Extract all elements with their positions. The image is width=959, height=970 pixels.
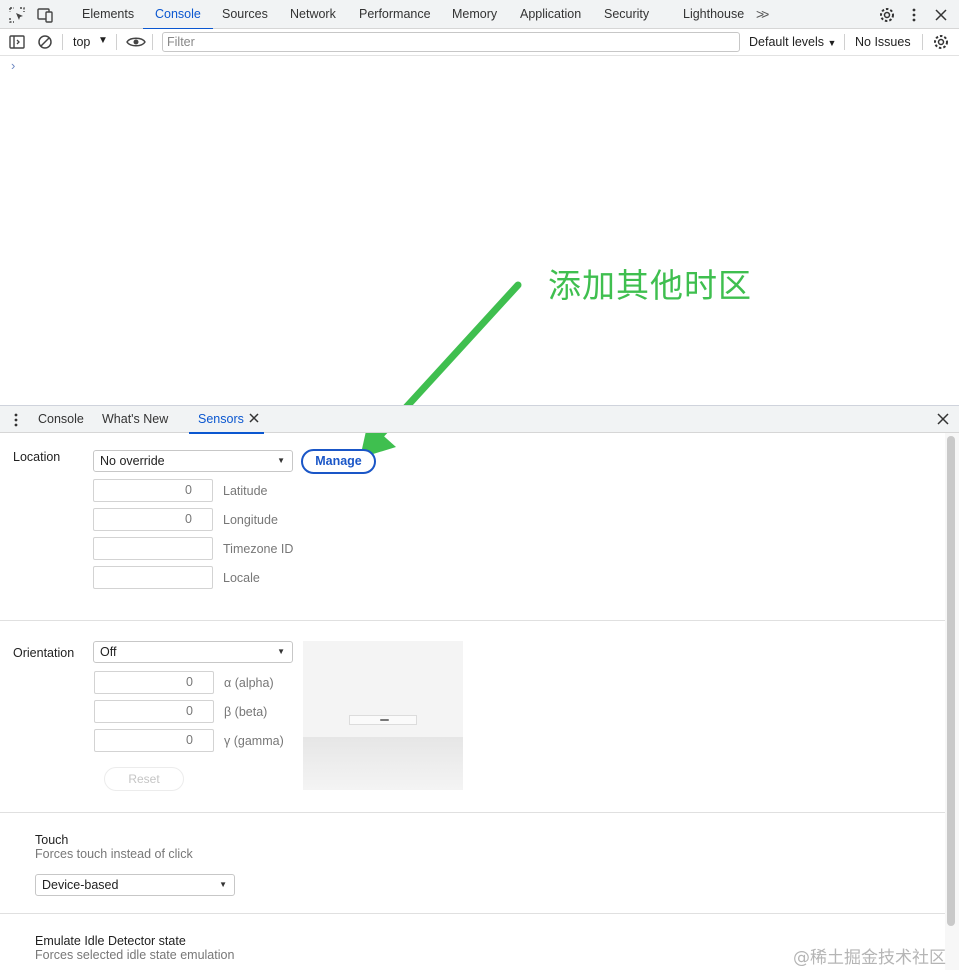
console-settings-gear-icon[interactable] — [932, 33, 950, 51]
drawer-tab-whats-new[interactable]: What's New — [102, 406, 168, 433]
gamma-label: γ (gamma) — [224, 734, 284, 748]
alpha-label: α (alpha) — [224, 676, 274, 690]
orientation-preview[interactable] — [303, 641, 463, 790]
console-toolbar: top ▼ Default levels ▼ No Issues — [0, 29, 959, 56]
inspect-element-icon[interactable] — [8, 6, 26, 24]
sidebar-toggle-icon[interactable] — [8, 33, 26, 51]
toolbar-divider — [62, 34, 63, 50]
close-sensors-tab-icon[interactable] — [248, 411, 260, 427]
location-label: Location — [13, 450, 61, 464]
sensors-panel: Location No override ▼ Manage 0 Latitude… — [0, 433, 945, 970]
drawer-tab-sensors-label: Sensors — [198, 412, 244, 426]
context-caret-icon[interactable]: ▼ — [98, 35, 108, 46]
drawer-menu-icon[interactable] — [11, 412, 21, 431]
orientation-select[interactable]: Off ▼ — [93, 641, 293, 663]
beta-input[interactable]: 0 — [94, 700, 214, 723]
beta-label: β (beta) — [224, 705, 268, 719]
more-tabs-chevron-icon[interactable]: >> — [756, 6, 769, 22]
tab-memory[interactable]: Memory — [452, 0, 497, 29]
console-filter-input[interactable] — [162, 32, 740, 52]
locale-label: Locale — [223, 571, 260, 585]
watermark: @稀土掘金技术社区 — [793, 948, 946, 968]
reset-orientation-button[interactable]: Reset — [104, 767, 184, 791]
section-divider — [0, 913, 945, 914]
tab-network[interactable]: Network — [290, 0, 336, 29]
orientation-select-value: Off — [100, 645, 117, 659]
tab-elements[interactable]: Elements — [82, 0, 134, 29]
tab-sources[interactable]: Sources — [222, 0, 268, 29]
devtools-tab-bar: Elements Console Sources Network Perform… — [0, 0, 959, 30]
touch-select[interactable]: Device-based ▼ — [35, 874, 235, 896]
drawer-tab-bar: Console What's New Sensors — [0, 405, 959, 434]
orientation-label: Orientation — [13, 646, 75, 660]
touch-select-value: Device-based — [42, 878, 119, 892]
section-divider — [0, 620, 945, 621]
manage-locations-button[interactable]: Manage — [301, 449, 376, 474]
toolbar-divider — [844, 34, 845, 50]
longitude-label: Longitude — [223, 513, 278, 527]
device-toolbar-icon[interactable] — [36, 6, 54, 24]
location-select[interactable]: No override ▼ — [93, 450, 293, 472]
tab-console[interactable]: Console — [143, 0, 213, 30]
location-select-value: No override — [100, 454, 165, 468]
latitude-input[interactable]: 0 — [93, 479, 213, 502]
toolbar-divider — [152, 34, 153, 50]
orientation-floor — [303, 737, 463, 790]
timezone-label: Timezone ID — [223, 542, 294, 556]
levels-caret-icon: ▼ — [827, 38, 837, 48]
issues-counter[interactable]: No Issues — [855, 35, 911, 49]
idle-subtitle: Forces selected idle state emulation — [35, 948, 235, 962]
longitude-input[interactable]: 0 — [93, 508, 213, 531]
chevron-down-icon: ▼ — [277, 647, 285, 656]
device-phone-icon[interactable] — [349, 715, 417, 725]
tab-security[interactable]: Security — [604, 0, 649, 29]
settings-gear-icon[interactable] — [878, 6, 896, 24]
log-levels-label: Default levels — [749, 35, 825, 49]
locale-input[interactable] — [93, 566, 213, 589]
kebab-menu-icon[interactable] — [905, 6, 923, 24]
console-prompt-chevron[interactable]: › — [11, 58, 15, 73]
tab-application[interactable]: Application — [520, 0, 581, 29]
latitude-label: Latitude — [223, 484, 268, 498]
live-expression-eye-icon[interactable] — [126, 33, 146, 51]
log-levels-dropdown[interactable]: Default levels ▼ — [749, 35, 836, 49]
idle-title: Emulate Idle Detector state — [35, 934, 186, 948]
timezone-input[interactable] — [93, 537, 213, 560]
clear-console-icon[interactable] — [36, 33, 54, 51]
chevron-down-icon: ▼ — [219, 880, 227, 889]
close-devtools-icon[interactable] — [932, 6, 950, 24]
context-selector[interactable]: top — [73, 35, 90, 49]
drawer-tab-sensors[interactable]: Sensors — [189, 406, 264, 434]
toolbar-divider — [922, 34, 923, 50]
tab-performance[interactable]: Performance — [359, 0, 431, 29]
toolbar-divider — [116, 34, 117, 50]
gamma-input[interactable]: 0 — [94, 729, 214, 752]
touch-subtitle: Forces touch instead of click — [35, 847, 193, 861]
alpha-input[interactable]: 0 — [94, 671, 214, 694]
section-divider — [0, 812, 945, 813]
annotation-text: 添加其他时区 — [548, 266, 752, 305]
touch-title: Touch — [35, 833, 69, 847]
close-drawer-icon[interactable] — [936, 412, 950, 429]
chevron-down-icon: ▼ — [277, 456, 285, 465]
drawer-tab-console[interactable]: Console — [38, 406, 84, 433]
tab-lighthouse[interactable]: Lighthouse — [683, 0, 744, 29]
panel-scrollbar-thumb[interactable] — [947, 436, 955, 926]
